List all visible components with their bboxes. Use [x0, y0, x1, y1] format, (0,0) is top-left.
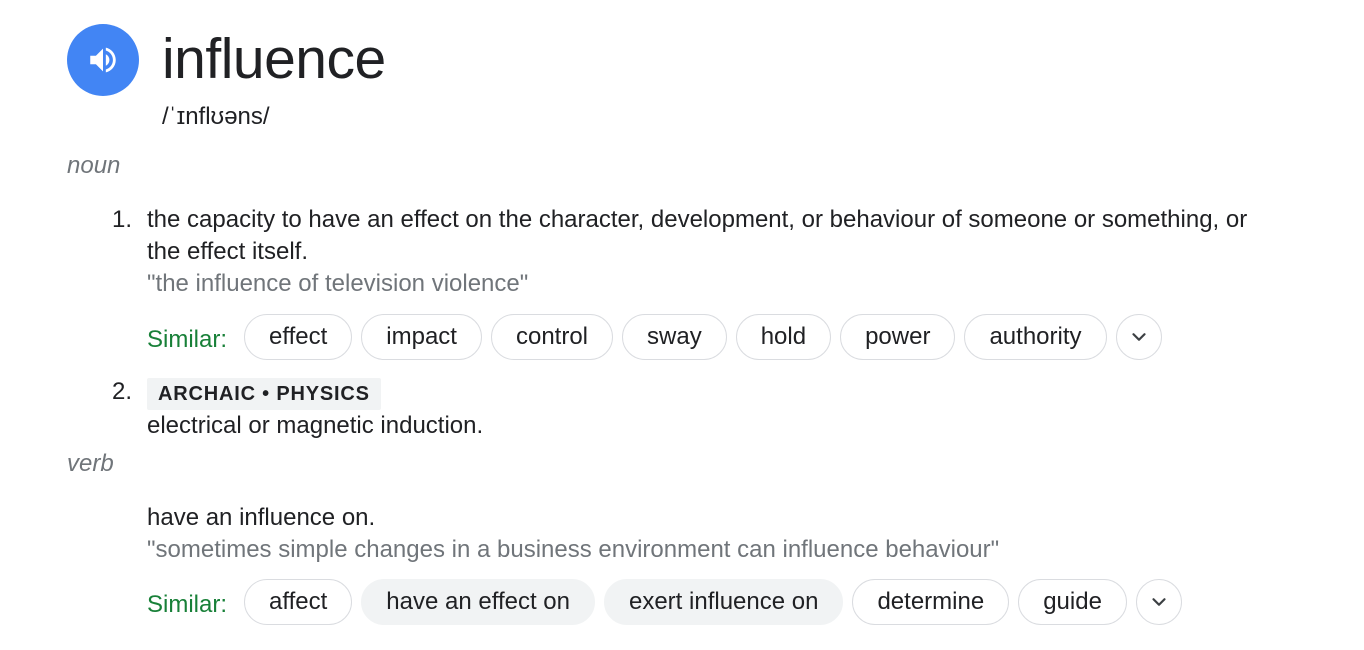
- part-of-speech-noun: noun: [67, 152, 121, 179]
- pronunciation: /ˈɪnflʊəns/: [162, 103, 270, 130]
- similar-chip-sway[interactable]: sway: [622, 314, 727, 360]
- similar-chip-authority[interactable]: authority: [964, 314, 1107, 360]
- similar-chip-have-an-effect-on[interactable]: have an effect on: [361, 579, 595, 625]
- expand-similar-button[interactable]: [1115, 314, 1162, 360]
- headword: influence: [162, 27, 386, 91]
- similar-chip-effect[interactable]: effect: [244, 314, 353, 360]
- part-of-speech-verb: verb: [67, 450, 114, 477]
- chevron-down-icon: [1131, 333, 1146, 341]
- similar-chip-guide[interactable]: guide: [1018, 579, 1127, 625]
- similar-chip-affect[interactable]: affect: [244, 579, 353, 625]
- similar-label: Similar:: [147, 326, 228, 353]
- definition: the capacity to have an effect on the ch…: [147, 206, 1248, 265]
- similar-chip-power[interactable]: power: [840, 314, 956, 360]
- similar-chip-determine[interactable]: determine: [852, 579, 1010, 625]
- example-sentence: "sometimes simple changes in a business …: [147, 536, 1000, 563]
- usage-label-badge: ARCHAIC • PHYSICS: [147, 378, 381, 410]
- sense-number: 2.: [111, 378, 132, 405]
- similar-words-row: Similar: affect have an effect on exert …: [147, 578, 1182, 626]
- similar-chip-impact[interactable]: impact: [361, 314, 482, 360]
- sense-number: 1.: [111, 206, 132, 233]
- definition: have an influence on.: [147, 504, 376, 531]
- dictionary-card: influence /ˈɪnflʊəns/ noun 1. the capaci…: [0, 0, 1364, 650]
- similar-label: Similar:: [147, 591, 228, 618]
- chevron-down-icon: [1152, 598, 1166, 606]
- expand-similar-button[interactable]: [1135, 579, 1182, 625]
- similar-words-row: Similar: effect impact control sway hold…: [147, 313, 1162, 361]
- definition: electrical or magnetic induction.: [147, 412, 484, 439]
- example-sentence: "the influence of television violence": [147, 270, 529, 297]
- similar-chip-hold[interactable]: hold: [735, 314, 832, 360]
- similar-chip-exert-influence-on[interactable]: exert influence on: [603, 579, 844, 625]
- similar-chip-control[interactable]: control: [490, 314, 614, 360]
- pronunciation-speaker-button[interactable]: [67, 24, 139, 96]
- volume-up-icon: [90, 47, 116, 73]
